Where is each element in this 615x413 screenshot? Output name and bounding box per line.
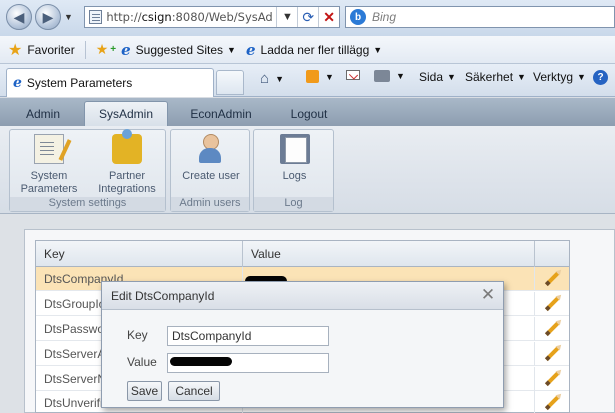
stop-icon[interactable]: ✕	[318, 7, 339, 27]
create-user-button[interactable]: Create user	[173, 134, 249, 183]
ribbon-group-label: Admin users	[171, 197, 249, 211]
help-icon: ?	[593, 70, 608, 85]
column-header-edit	[535, 241, 569, 267]
search-placeholder: Bing	[372, 10, 397, 24]
ie-icon: e	[121, 40, 131, 59]
menu-tab-econadmin[interactable]: EconAdmin	[178, 101, 264, 126]
menu-tab-logout[interactable]: Logout	[272, 101, 346, 126]
chevron-down-icon: ▼	[447, 72, 456, 82]
logs-button[interactable]: Logs	[256, 134, 333, 183]
edit-button[interactable]	[535, 267, 569, 291]
url-text[interactable]: http://csign:8080/Web/SysAd	[106, 10, 276, 24]
close-icon[interactable]: ✕	[479, 286, 497, 304]
chevron-down-icon: ▼	[396, 71, 405, 81]
column-header-value[interactable]: Value	[243, 241, 535, 267]
plus-icon: +	[110, 44, 117, 55]
ie-icon: e	[13, 75, 22, 91]
pencil-icon	[544, 371, 560, 387]
ribbon-group-admin-users: Create user Admin users	[170, 129, 250, 212]
new-tab-button[interactable]	[216, 70, 244, 95]
edit-button[interactable]	[535, 342, 569, 366]
page-icon	[89, 10, 103, 24]
safety-menu[interactable]: Säkerhet ▼	[465, 70, 526, 84]
page-menu[interactable]: Sida ▼	[419, 70, 456, 84]
bing-icon: b	[350, 9, 366, 25]
tab-system-parameters[interactable]: e System Parameters	[6, 68, 214, 97]
refresh-icon[interactable]: ⟳	[297, 7, 318, 27]
menu-tab-sysadmin[interactable]: SysAdmin	[84, 101, 168, 126]
divider	[84, 40, 86, 59]
star-icon: ★	[8, 41, 23, 59]
back-button[interactable]: ◀	[6, 4, 32, 30]
dialog-title: Edit DtsCompanyId	[111, 289, 215, 303]
addons-link[interactable]: e Ladda ner fler tillägg ▼	[246, 41, 382, 59]
pencil-icon	[544, 346, 560, 362]
ie-icon: e	[245, 40, 256, 59]
ribbon-group-label: System settings	[10, 197, 165, 211]
cancel-button[interactable]: Cancel	[168, 381, 220, 401]
logbook-icon	[279, 134, 310, 164]
history-dropdown-icon[interactable]: ▼	[64, 12, 73, 22]
pencil-icon	[544, 395, 560, 411]
edit-button[interactable]	[535, 391, 569, 413]
search-input[interactable]: b Bing	[345, 6, 615, 28]
ribbon-group-log: Logs Log	[253, 129, 334, 212]
edit-button[interactable]	[535, 292, 569, 316]
mail-icon	[346, 70, 360, 80]
redacted-value	[170, 357, 232, 366]
suggested-sites-link[interactable]: ★ + e Suggested Sites ▼	[96, 41, 236, 59]
value-field[interactable]	[167, 353, 329, 373]
pencil-icon	[544, 271, 560, 287]
system-parameters-button[interactable]: System Parameters	[12, 134, 86, 196]
chevron-down-icon: ▼	[325, 71, 334, 82]
favorites-button[interactable]: ★ Favoriter	[8, 40, 75, 60]
pencil-icon	[544, 296, 560, 312]
read-mail-button[interactable]	[346, 70, 362, 80]
grid-header: Key Value	[36, 241, 569, 267]
save-button[interactable]: Save	[127, 381, 162, 401]
edit-button[interactable]	[535, 317, 569, 341]
menu-tab-admin[interactable]: Admin	[10, 101, 76, 126]
url-dropdown-icon[interactable]: ▼	[276, 7, 297, 27]
browser-address-bar: ◀ ▶ ▼ http://csign:8080/Web/SysAd ▼ ⟳ ✕ …	[0, 0, 615, 36]
tools-menu[interactable]: Verktyg ▼	[533, 70, 586, 84]
edit-parameter-dialog: Edit DtsCompanyId ✕ Key Value Save Cance…	[101, 281, 504, 408]
url-field[interactable]: http://csign:8080/Web/SysAd ▼ ⟳ ✕	[84, 6, 340, 28]
document-pencil-icon	[34, 134, 64, 164]
print-button[interactable]: ▼	[374, 70, 405, 82]
chevron-down-icon: ▼	[577, 72, 586, 82]
chevron-down-icon: ▼	[275, 73, 284, 84]
star-add-icon: ★	[95, 41, 109, 57]
forward-arrow-icon: ▶	[42, 8, 54, 25]
puzzle-icon	[112, 129, 142, 164]
edit-button[interactable]	[535, 367, 569, 391]
back-arrow-icon: ◀	[13, 8, 25, 25]
key-label: Key	[127, 328, 148, 342]
chevron-down-icon: ▼	[517, 72, 526, 82]
partner-integrations-button[interactable]: Partner Integrations	[90, 129, 164, 196]
pencil-icon	[544, 321, 560, 337]
forward-button[interactable]: ▶	[35, 4, 61, 30]
column-header-key[interactable]: Key	[36, 241, 243, 267]
ribbon-group-label: Log	[254, 197, 333, 211]
printer-icon	[374, 70, 390, 82]
user-add-icon	[196, 134, 226, 164]
feeds-button[interactable]: ▼	[306, 70, 334, 83]
favorites-bar: ★ Favoriter ★ + e Suggested Sites ▼ e Lad…	[0, 36, 615, 64]
key-field[interactable]	[167, 326, 329, 346]
value-label: Value	[127, 355, 157, 369]
rss-icon	[306, 70, 319, 83]
home-button[interactable]: ⌂ ▼	[260, 70, 284, 87]
dialog-header: Edit DtsCompanyId ✕	[102, 282, 503, 310]
home-icon: ⌂	[260, 70, 270, 87]
chevron-down-icon: ▼	[227, 44, 236, 55]
help-button[interactable]: ?	[593, 70, 610, 85]
chevron-down-icon: ▼	[373, 44, 383, 55]
ribbon-group-system-settings: System Parameters Partner Integrations S…	[9, 129, 166, 212]
